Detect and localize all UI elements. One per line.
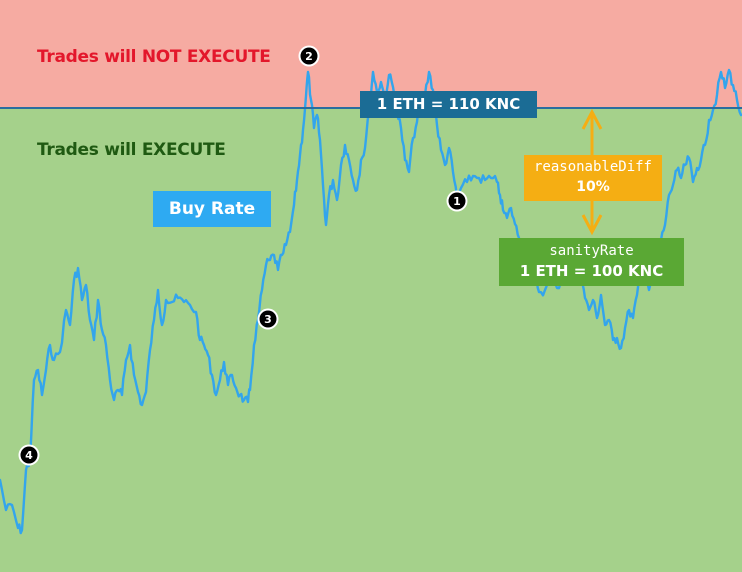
sanity-rate-value: 1 ETH = 100 KNC — [519, 262, 664, 280]
marker-4-label: 4 — [25, 449, 33, 462]
not-execute-label: Trades will NOT EXECUTE — [37, 47, 271, 67]
buy-rate-label: Buy Rate — [153, 191, 271, 227]
rate-diagram: 1 2 3 4 — [0, 0, 742, 572]
execute-prefix: Trades will — [37, 140, 137, 160]
not-execute-emphasis: NOT EXECUTE — [141, 47, 271, 67]
reasonable-diff-name: reasonableDiff — [533, 159, 652, 175]
reasonable-diff-box: reasonableDiff 10% — [524, 155, 662, 201]
marker-3-label: 3 — [264, 313, 272, 326]
sanity-rate-name: sanityRate — [549, 243, 634, 259]
reasonable-diff-value: 10% — [576, 179, 610, 195]
marker-2-label: 2 — [305, 50, 313, 63]
sanity-rate-box: sanityRate 1 ETH = 100 KNC — [499, 238, 684, 286]
threshold-label: 1 ETH = 110 KNC — [360, 91, 537, 118]
execute-label: Trades will EXECUTE — [37, 140, 226, 160]
not-execute-prefix: Trades will — [37, 47, 137, 67]
marker-1-label: 1 — [453, 195, 461, 208]
execute-emphasis: EXECUTE — [141, 140, 226, 160]
